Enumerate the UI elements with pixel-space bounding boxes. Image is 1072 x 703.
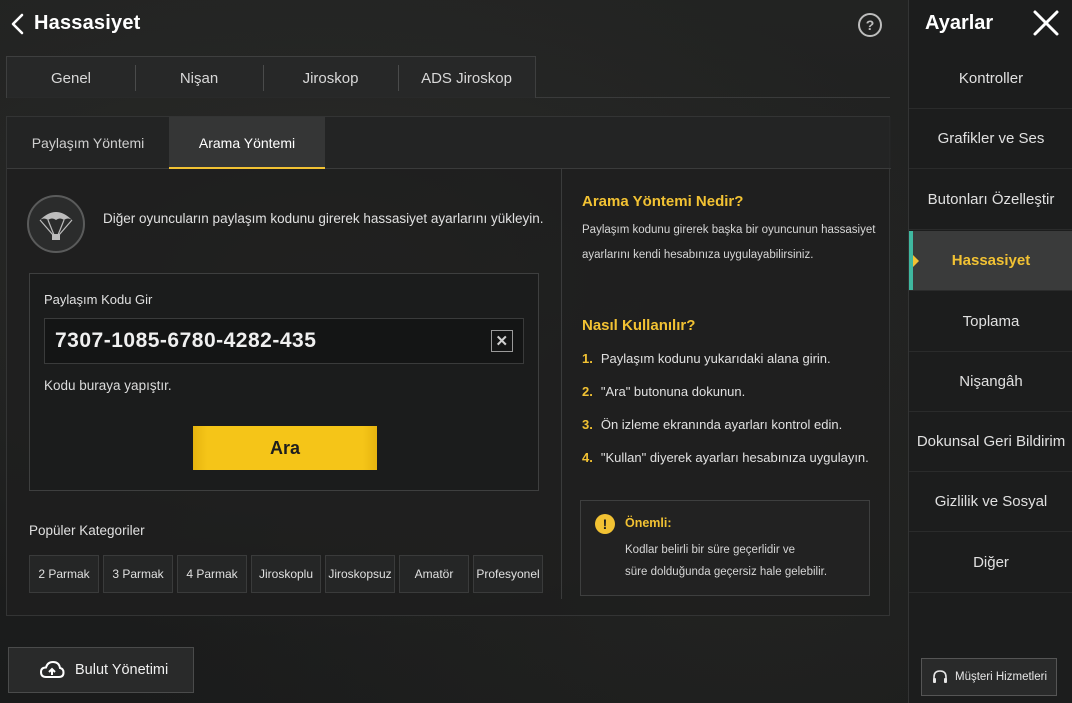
sidebar-item-grafikler-ve-ses[interactable]: Grafikler ve Ses: [909, 109, 1072, 169]
sidebar-item-diger[interactable]: Diğer: [909, 533, 1072, 593]
category-amator[interactable]: Amatör: [399, 555, 469, 593]
cloud-management-button[interactable]: Bulut Yönetimi: [8, 647, 194, 693]
share-code-value: 7307-1085-6780-4282-435: [55, 329, 317, 352]
step-text: Paylaşım kodunu yukarıdaki alana girin.: [600, 351, 831, 366]
cloud-icon: [39, 660, 65, 678]
help-icon[interactable]: ?: [858, 13, 882, 37]
tab-nisan[interactable]: Nişan: [135, 57, 263, 99]
code-label: Paylaşım Kodu Gir: [44, 292, 153, 307]
category-4-parmak[interactable]: 4 Parmak: [177, 555, 247, 593]
category-jiroskoplu[interactable]: Jiroskoplu: [251, 555, 321, 593]
step-item: 2. "Ara" butonuna dokunun.: [582, 375, 878, 408]
column-divider: [561, 169, 562, 599]
tab-arama-yontemi[interactable]: Arama Yöntemi: [169, 117, 325, 169]
tab-jiroskop[interactable]: Jiroskop: [263, 57, 398, 99]
tab-genel[interactable]: Genel: [7, 57, 135, 99]
step-text: "Ara" butonuna dokunun.: [600, 384, 746, 399]
customer-support-button[interactable]: Müşteri Hizmetleri: [921, 658, 1057, 696]
warning-icon: !: [595, 514, 615, 534]
sidebar-item-kontroller[interactable]: Kontroller: [909, 49, 1072, 109]
sidebar-title: Ayarlar: [925, 12, 994, 34]
close-icon[interactable]: [1031, 8, 1061, 38]
back-button[interactable]: [6, 12, 30, 36]
share-code-input[interactable]: 7307-1085-6780-4282-435 ✕: [44, 318, 524, 364]
step-number: 1.: [582, 351, 593, 366]
page-title: Hassasiyet: [34, 12, 141, 34]
headset-icon: [932, 670, 947, 683]
settings-sidebar: Ayarlar Kontroller Grafikler ve Ses Buto…: [908, 0, 1072, 703]
important-line1: Kodlar belirli bir süre geçerlidir ve: [625, 544, 796, 556]
tab-ads-jiroskop[interactable]: ADS Jiroskop: [398, 57, 535, 99]
header: Hassasiyet ?: [0, 0, 908, 48]
sidebar-item-butonlari-ozellestir[interactable]: Butonları Özelleştir: [909, 170, 1072, 230]
paste-hint: Kodu buraya yapıştır.: [44, 378, 172, 393]
info-what-title: Arama Yöntemi Nedir?: [582, 193, 744, 210]
important-title: Önemli:: [625, 516, 672, 530]
important-text: Kodlar belirli bir süre geçerlidir ve sü…: [625, 539, 827, 583]
step-text: Ön izleme ekranında ayarları kontrol edi…: [600, 417, 843, 432]
sub-tabs: Paylaşım Yöntemi Arama Yöntemi: [7, 117, 891, 169]
search-button[interactable]: Ara: [193, 426, 377, 470]
important-note: ! Önemli: Kodlar belirli bir süre geçerl…: [580, 500, 870, 596]
step-number: 3.: [582, 417, 593, 432]
categories-title: Popüler Kategoriler: [29, 523, 145, 538]
sidebar-item-hassasiyet[interactable]: Hassasiyet: [909, 231, 1072, 291]
step-number: 4.: [582, 450, 593, 465]
category-profesyonel[interactable]: Profesyonel: [473, 555, 543, 593]
step-number: 2.: [582, 384, 593, 399]
step-text: "Kullan" diyerek ayarları hesabınıza uyg…: [600, 450, 869, 465]
content-panel: Paylaşım Yöntemi Arama Yöntemi Diğer oyu…: [6, 116, 891, 616]
info-what: Arama Yöntemi Nedir? Paylaşım kodunu gir…: [582, 193, 878, 268]
important-line2: süre dolduğunda geçersiz hale gelebilir.: [625, 566, 828, 578]
step-item: 4. "Kullan" diyerek ayarları hesabınıza u…: [582, 441, 878, 474]
step-item: 1. Paylaşım kodunu yukarıdaki alana girin…: [582, 342, 878, 375]
parachute-icon: [27, 195, 85, 253]
code-box: Paylaşım Kodu Gir 7307-1085-6780-4282-43…: [29, 273, 539, 491]
info-how: Nasıl Kullanılır? 1. Paylaşım kodunu yuka…: [582, 317, 878, 474]
step-item: 3. Ön izleme ekranında ayarları kontrol e…: [582, 408, 878, 441]
info-what-line2: ayarlarını kendi hesabınıza uygulayabili…: [582, 249, 814, 261]
category-3-parmak[interactable]: 3 Parmak: [103, 555, 173, 593]
sidebar-item-dokunsal-geri-bildirim[interactable]: Dokunsal Geri Bildirim: [909, 412, 1072, 472]
sidebar-item-toplama[interactable]: Toplama: [909, 292, 1072, 352]
cloud-management-label: Bulut Yönetimi: [75, 662, 169, 678]
tab-paylasim-yontemi[interactable]: Paylaşım Yöntemi: [7, 117, 169, 169]
sidebar-item-gizlilik-ve-sosyal[interactable]: Gizlilik ve Sosyal: [909, 472, 1072, 532]
clear-icon[interactable]: ✕: [491, 330, 513, 352]
category-2-parmak[interactable]: 2 Parmak: [29, 555, 99, 593]
category-jiroskopsuz[interactable]: Jiroskopsuz: [325, 555, 395, 593]
info-what-line1: Paylaşım kodunu girerek başka bir oyuncu…: [582, 224, 876, 236]
category-list: 2 Parmak 3 Parmak 4 Parmak Jiroskoplu Ji…: [29, 555, 543, 593]
info-how-title: Nasıl Kullanılır?: [582, 317, 696, 334]
search-button-label: Ara: [269, 437, 300, 458]
back-arrow-icon: [11, 13, 24, 35]
sidebar-item-nisangah[interactable]: Nişangâh: [909, 352, 1072, 412]
main-tabs: Genel Nişan Jiroskop ADS Jiroskop: [6, 56, 890, 98]
intro-text: Diğer oyuncuların paylaşım kodunu girere…: [103, 211, 544, 226]
customer-support-label: Müşteri Hizmetleri: [954, 671, 1047, 683]
